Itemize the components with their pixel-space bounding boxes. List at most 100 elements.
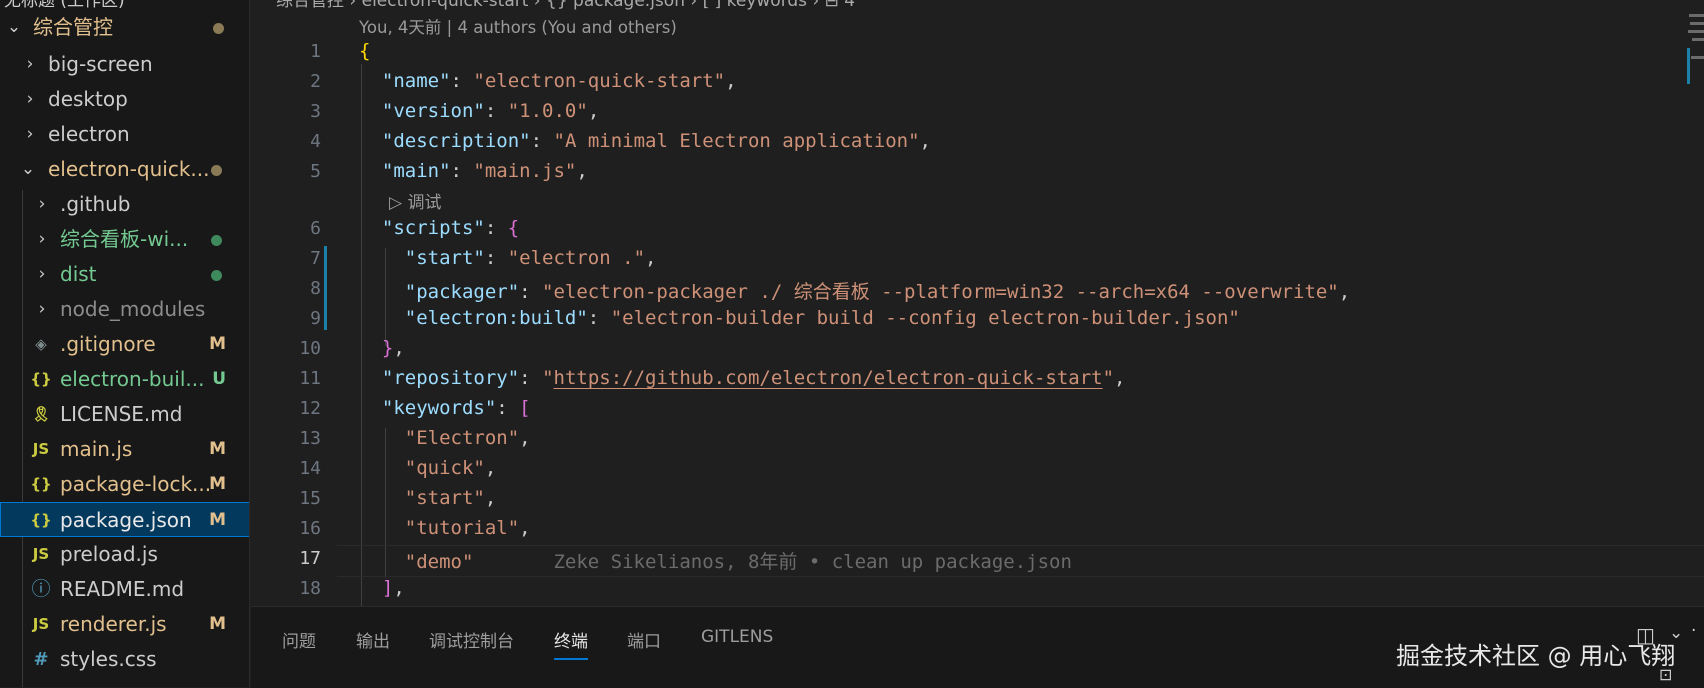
tree-file-electron-builder[interactable]: {} electron-buil... U (0, 362, 249, 397)
line-number-active: 17 (299, 548, 321, 569)
json-braces-icon: {} (30, 475, 52, 493)
tree-file-package-lock[interactable]: {} package-lock... M (0, 467, 249, 502)
tree-file-main-js[interactable]: JS main.js M (0, 432, 249, 467)
line-number: 10 (299, 338, 321, 359)
repository-url-link[interactable]: https://github.com/electron/electron-qui… (554, 367, 1103, 389)
code-line-15[interactable]: "start", (359, 487, 497, 509)
code-line-6[interactable]: "scripts": { (359, 217, 519, 239)
line-number: 1 (310, 41, 321, 62)
code-line-2[interactable]: "name": "electron-quick-start", (359, 70, 737, 92)
tree-folder-electron[interactable]: › electron (0, 117, 249, 152)
tree-folder-electron-quick-start[interactable]: ⌄ electron-quick... (0, 152, 249, 187)
js-file-icon: JS (32, 440, 50, 458)
code-line-4[interactable]: "description": "A minimal Electron appli… (359, 130, 931, 152)
line-number: 2 (310, 71, 321, 92)
watermark: 掘金技术社区 @ 用心飞翔 (1396, 642, 1676, 670)
code-line-11[interactable]: "repository": "https://github.com/electr… (359, 367, 1126, 389)
tree-file-license[interactable]: 🎗 LICENSE.md (0, 397, 249, 432)
more-actions-icon[interactable]: · (1691, 621, 1696, 641)
panel-tab-debug-console[interactable]: 调试控制台 (429, 627, 514, 652)
line-number: 16 (299, 518, 321, 539)
git-status-badge: M (209, 474, 226, 494)
tree-root-folder[interactable]: ⌄ 综合管控 (0, 10, 249, 45)
code-line-12[interactable]: "keywords": [ (359, 397, 531, 419)
json-braces-icon: {} (30, 370, 52, 388)
tree-folder-node-modules[interactable]: › node_modules (0, 292, 249, 327)
tree-folder-big-screen[interactable]: › big-screen (0, 47, 249, 82)
line-number: 14 (299, 458, 321, 479)
tree-folder-desktop[interactable]: › desktop (0, 82, 249, 117)
chevron-right-icon: › (38, 229, 46, 249)
code-line-17[interactable]: "demo" Zeke Sikelianos, 8年前 • clean up p… (359, 547, 1072, 574)
tree-item-label: 综合看板-wi... (60, 227, 189, 251)
git-status-badge: M (209, 614, 226, 634)
debug-codelens[interactable]: ▷ 调试 (389, 188, 441, 213)
tree-file-readme[interactable]: ⓘ README.md (0, 572, 249, 607)
git-status-badge: M (209, 334, 226, 354)
tree-file-styles-css[interactable]: # styles.css (0, 642, 249, 677)
code-line-18[interactable]: ], (359, 577, 405, 599)
line-number: 8 (310, 278, 321, 299)
chevron-down-icon: ⌄ (20, 159, 36, 179)
tree-item-label: desktop (48, 87, 128, 111)
chevron-down-icon: ⌄ (6, 17, 22, 37)
code-line-8[interactable]: "packager": "electron-packager ./ 综合看板 -… (359, 277, 1350, 304)
tree-item-label: big-screen (48, 52, 153, 76)
code-line-5[interactable]: "main": "main.js", (359, 160, 588, 182)
panel-tab-ports[interactable]: 端口 (627, 627, 661, 652)
tree-item-label: main.js (60, 437, 133, 461)
code-line-10[interactable]: }, (359, 337, 405, 359)
tree-item-label: package.json (60, 508, 192, 532)
minimap-fragment[interactable] (1684, 14, 1704, 84)
line-number: 4 (310, 131, 321, 152)
tree-folder-github[interactable]: › .github (0, 187, 249, 222)
tree-file-preload-js[interactable]: JS preload.js (0, 537, 249, 572)
modified-dot-icon (211, 165, 222, 176)
panel-tab-output[interactable]: 输出 (356, 627, 390, 652)
tree-item-label: preload.js (60, 542, 158, 566)
js-file-icon: JS (32, 615, 50, 633)
git-status-badge: M (209, 510, 226, 530)
tree-file-package-json[interactable]: {} package.json M (0, 502, 249, 537)
inline-git-blame[interactable]: Zeke Sikelianos, 8年前 • clean up package.… (553, 551, 1071, 573)
untracked-dot-icon (211, 235, 222, 246)
code-editor[interactable]: 综合管控 › electron-quick-start › {} package… (251, 0, 1704, 606)
tree-file-renderer-js[interactable]: JS renderer.js M (0, 607, 249, 642)
code-line-7[interactable]: "start": "electron .", (359, 247, 657, 269)
tree-item-label: node_modules (60, 297, 206, 321)
info-icon: ⓘ (31, 578, 51, 600)
css-hash-icon: # (33, 649, 49, 670)
tree-item-label: electron (48, 122, 130, 146)
code-line-14[interactable]: "quick", (359, 457, 497, 479)
breadcrumb[interactable]: 综合管控 › electron-quick-start › {} package… (276, 0, 855, 11)
untracked-dot-icon (211, 270, 222, 281)
code-line-9[interactable]: "electron:build": "electron-builder buil… (359, 307, 1240, 329)
tree-item-label: electron-buil... (60, 367, 205, 391)
git-modified-gutter (324, 246, 327, 330)
chevron-right-icon: › (38, 194, 46, 214)
tree-item-label: electron-quick... (48, 157, 210, 181)
code-line-13[interactable]: "Electron", (359, 427, 531, 449)
tree-item-label: package-lock... (60, 472, 212, 496)
line-number: 15 (299, 488, 321, 509)
panel-tab-terminal[interactable]: 终端 (554, 627, 588, 660)
panel-tab-problems[interactable]: 问题 (282, 627, 316, 652)
tree-item-label: renderer.js (60, 612, 167, 636)
code-line-3[interactable]: "version": "1.0.0", (359, 100, 599, 122)
line-number: 18 (299, 578, 321, 599)
tree-folder-dist[interactable]: › dist (0, 257, 249, 292)
tree-folder-dashboard[interactable]: › 综合看板-wi... (0, 222, 249, 257)
git-blame-header[interactable]: You, 4天前 | 4 authors (You and others) (359, 14, 677, 38)
git-status-badge: U (212, 369, 226, 389)
line-number: 3 (310, 101, 321, 122)
line-number: 6 (310, 218, 321, 239)
chevron-right-icon: › (38, 264, 46, 284)
code-line-1[interactable]: { (359, 40, 370, 62)
license-ribbon-icon: 🎗 (31, 405, 51, 423)
tree-root-label: 综合管控 (33, 15, 113, 39)
tree-file-gitignore[interactable]: ◈ .gitignore M (0, 327, 249, 362)
panel-tab-gitlens[interactable]: GITLENS (701, 627, 773, 647)
tree-item-label: dist (60, 262, 97, 286)
chevron-right-icon: › (38, 299, 46, 319)
code-line-16[interactable]: "tutorial", (359, 517, 531, 539)
